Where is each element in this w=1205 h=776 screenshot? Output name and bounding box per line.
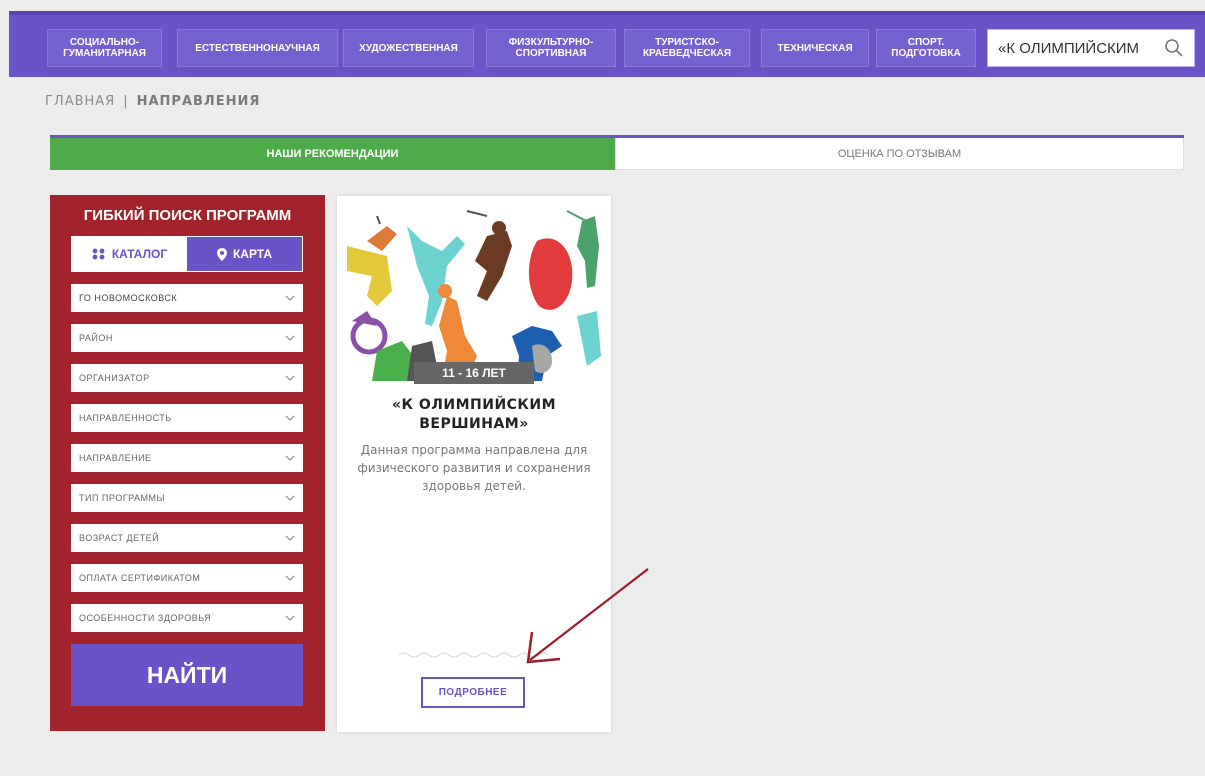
breadcrumb: ГЛАВНАЯ | НАПРАВЛЕНИЯ [45, 94, 260, 109]
select-program-type[interactable]: ТИП ПРОГРАММЫ [71, 484, 303, 512]
chevron-down-icon [285, 615, 295, 621]
nav-item-science[interactable]: ЕСТЕСТВЕННОНАУЧНАЯ [177, 29, 338, 67]
filter-panel: ГИБКИЙ ПОИСК ПРОГРАММ КАТАЛОГ КАРТА ГО Н… [50, 195, 325, 731]
program-title[interactable]: «К ОЛИМПИЙСКИМ ВЕРШИНАМ» [357, 396, 591, 434]
select-label: ВОЗРАСТ ДЕТЕЙ [79, 533, 160, 543]
nav-item-tech[interactable]: ТЕХНИЧЕСКАЯ [761, 29, 869, 67]
select-label: ТИП ПРОГРАММЫ [79, 493, 165, 503]
select-label: ОРГАНИЗАТОР [79, 373, 150, 383]
program-image [347, 206, 601, 381]
top-navigation: СОЦИАЛЬНО- ГУМАНИТАРНАЯ ЕСТЕСТВЕННОНАУЧН… [9, 11, 1205, 77]
select-health-features[interactable]: ОСОБЕННОСТИ ЗДОРОВЬЯ [71, 604, 303, 632]
nav-item-social[interactable]: СОЦИАЛЬНО- ГУМАНИТАРНАЯ [47, 29, 162, 67]
view-mode-toggle: КАТАЛОГ КАРТА [71, 236, 303, 272]
nav-item-sport-training[interactable]: СПОРТ. ПОДГОТОВКА [876, 29, 976, 67]
select-label: ГО НОВОМОСКОВСК [79, 293, 178, 303]
find-button[interactable]: НАЙТИ [71, 644, 303, 706]
sports-silhouettes-illustration [347, 210, 601, 381]
nav-item-label: ФИЗКУЛЬТУРНО- СПОРТИВНАЯ [508, 37, 594, 59]
search-box [987, 29, 1195, 67]
search-icon[interactable] [1164, 38, 1184, 58]
nav-item-label: ЕСТЕСТВЕННОНАУЧНАЯ [195, 42, 320, 54]
chevron-down-icon [285, 375, 295, 381]
chevron-down-icon [285, 495, 295, 501]
tab-recommendations[interactable]: НАШИ РЕКОМЕНДАЦИИ [50, 138, 615, 170]
select-label: НАПРАВЛЕНИЕ [79, 453, 152, 463]
chevron-down-icon [285, 455, 295, 461]
program-card: 11 - 16 ЛЕТ «К ОЛИМПИЙСКИМ ВЕРШИНАМ» Дан… [337, 196, 611, 732]
map-pin-icon [216, 247, 227, 261]
map-label: КАРТА [232, 247, 273, 261]
age-badge: 11 - 16 ЛЕТ [414, 362, 534, 384]
nav-item-tourism[interactable]: ТУРИСТСКО- КРАЕВЕДЧЕСКАЯ [624, 29, 750, 67]
select-label: РАЙОН [79, 333, 113, 343]
chevron-down-icon [285, 535, 295, 541]
nav-item-sport[interactable]: ФИЗКУЛЬТУРНО- СПОРТИВНАЯ [486, 29, 616, 67]
wave-divider [399, 652, 549, 658]
details-button[interactable]: ПОДРОБНЕЕ [421, 677, 525, 708]
map-button[interactable]: КАРТА [187, 237, 302, 271]
chevron-down-icon [285, 415, 295, 421]
chevron-down-icon [285, 575, 295, 581]
nav-item-art[interactable]: ХУДОЖЕСТВЕННАЯ [343, 29, 474, 67]
filter-title: ГИБКИЙ ПОИСК ПРОГРАММ [83, 207, 292, 224]
select-label: ОСОБЕННОСТИ ЗДОРОВЬЯ [79, 613, 212, 623]
tab-reviews[interactable]: ОЦЕНКА ПО ОТЗЫВАМ [615, 138, 1184, 170]
program-description: Данная программа направлена для физическ… [357, 443, 591, 493]
catalog-label: КАТАЛОГ [111, 247, 168, 261]
breadcrumb-home[interactable]: ГЛАВНАЯ [45, 94, 115, 109]
select-certificate-payment[interactable]: ОПЛАТА СЕРТИФИКАТОМ [71, 564, 303, 592]
select-label: НАПРАВЛЕННОСТЬ [79, 413, 172, 423]
catalog-button[interactable]: КАТАЛОГ [72, 237, 187, 271]
nav-item-label: ТУРИСТСКО- КРАЕВЕДЧЕСКАЯ [642, 37, 732, 59]
select-label: ОПЛАТА СЕРТИФИКАТОМ [79, 573, 201, 583]
select-district[interactable]: РАЙОН [71, 324, 303, 352]
nav-item-label: ХУДОЖЕСТВЕННАЯ [359, 42, 458, 54]
chevron-down-icon [285, 335, 295, 341]
select-orientation[interactable]: НАПРАВЛЕННОСТЬ [71, 404, 303, 432]
nav-item-label: СОЦИАЛЬНО- ГУМАНИТАРНАЯ [63, 37, 146, 59]
select-city[interactable]: ГО НОВОМОСКОВСК [71, 284, 303, 312]
grid-icon [92, 248, 105, 260]
breadcrumb-separator: | [123, 94, 129, 109]
nav-item-label: ТЕХНИЧЕСКАЯ [777, 42, 853, 54]
breadcrumb-current: НАПРАВЛЕНИЯ [136, 94, 261, 109]
nav-item-label: СПОРТ. ПОДГОТОВКА [891, 37, 961, 59]
chevron-down-icon [285, 295, 295, 301]
select-direction[interactable]: НАПРАВЛЕНИЕ [71, 444, 303, 472]
select-child-age[interactable]: ВОЗРАСТ ДЕТЕЙ [71, 524, 303, 552]
search-input[interactable] [998, 39, 1158, 57]
tabs: НАШИ РЕКОМЕНДАЦИИ ОЦЕНКА ПО ОТЗЫВАМ [50, 135, 1184, 170]
select-organizer[interactable]: ОРГАНИЗАТОР [71, 364, 303, 392]
